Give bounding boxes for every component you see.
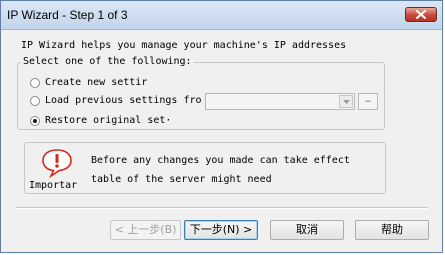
close-button[interactable] <box>405 7 437 22</box>
title-bar[interactable]: IP Wizard - Step 1 of 3 <box>1 1 442 30</box>
combo-dropdown-button[interactable] <box>339 95 353 108</box>
radio-button[interactable] <box>30 78 40 88</box>
button-separator <box>16 207 428 209</box>
close-icon <box>416 10 426 19</box>
warning-icon <box>42 149 72 178</box>
help-button[interactable]: 帮助 <box>355 220 429 240</box>
options-group-legend: Select one of the following: <box>21 56 194 67</box>
chevron-down-icon <box>343 100 350 104</box>
back-button[interactable]: < 上一步(B) <box>110 220 181 240</box>
radio-label-create-new: Create new settir <box>45 77 148 88</box>
intro-text: IP Wizard helps you manage your machine'… <box>21 40 347 51</box>
notice-line-2: table of the server might need <box>91 174 272 185</box>
browse-button[interactable]: … <box>358 93 378 110</box>
warning-icon-label: Importar <box>29 180 78 191</box>
next-button[interactable]: 下一步(N) > <box>184 220 258 240</box>
previous-settings-combo[interactable] <box>205 93 355 110</box>
radio-button[interactable] <box>30 96 40 106</box>
notice-box <box>24 142 386 194</box>
notice-line-1: Before any changes you made can take eff… <box>91 155 350 166</box>
radio-button-selected[interactable] <box>30 116 40 126</box>
cancel-button[interactable]: 取消 <box>270 220 344 240</box>
radio-label-restore-original: Restore original set· <box>45 115 172 126</box>
window-title: IP Wizard - Step 1 of 3 <box>7 8 128 22</box>
radio-label-load-previous: Load previous settings fro <box>45 95 202 106</box>
